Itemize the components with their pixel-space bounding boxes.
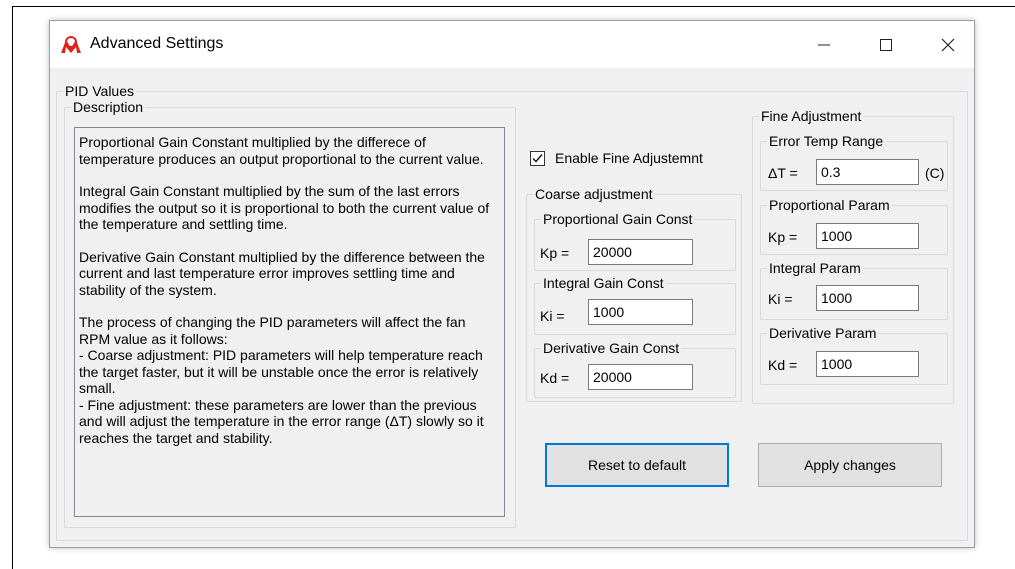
fine-derivative-title: Derivative Param: [767, 325, 879, 341]
close-icon: [941, 38, 955, 52]
description-group-title: Description: [71, 99, 146, 115]
apply-changes-button[interactable]: Apply changes: [758, 443, 942, 487]
fine-kp-input[interactable]: 1000: [816, 223, 919, 249]
fine-kd-input[interactable]: 1000: [816, 351, 919, 377]
coarse-kd-label: Kd =: [540, 370, 570, 386]
minimize-icon: [818, 44, 830, 46]
coarse-adjustment-group-title: Coarse adjustment: [533, 186, 655, 202]
coarse-ki-label: Ki =: [540, 308, 565, 324]
window-title: Advanced Settings: [90, 35, 224, 52]
maximize-icon: [880, 39, 892, 51]
delta-t-input[interactable]: 0.3: [816, 159, 919, 185]
enable-fine-adjustment-label[interactable]: Enable Fine Adjustemnt: [555, 150, 703, 166]
canvas-border-left: [12, 6, 13, 569]
description-textbox[interactable]: Proportional Gain Constant multiplied by…: [74, 127, 505, 517]
description-paragraph-derivative: Derivative Gain Constant multiplied by t…: [79, 248, 485, 298]
checkmark-icon: [532, 154, 543, 163]
delta-t-unit-label: (C): [925, 165, 945, 181]
coarse-proportional-title: Proportional Gain Const: [541, 211, 695, 227]
fine-kp-label: Kp =: [768, 229, 798, 245]
minimize-button[interactable]: [801, 29, 847, 61]
reset-to-default-button[interactable]: Reset to default: [545, 443, 729, 487]
dialog-client-area: PID Values Description Proportional Gain…: [50, 68, 974, 547]
coarse-integral-title: Integral Gain Const: [541, 275, 666, 291]
coarse-kp-label: Kp =: [540, 245, 570, 261]
fine-ki-input[interactable]: 1000: [816, 285, 919, 311]
description-paragraph-process: The process of changing the PID paramete…: [79, 314, 484, 446]
description-paragraph-proportional: Proportional Gain Constant multiplied by…: [79, 134, 484, 167]
fine-proportional-title: Proportional Param: [767, 197, 892, 213]
canvas-border-top: [12, 6, 1015, 7]
title-bar[interactable]: Advanced Settings: [50, 21, 974, 68]
coarse-kp-input[interactable]: 20000: [588, 239, 693, 265]
fine-integral-title: Integral Param: [767, 260, 863, 276]
pid-values-group-title: PID Values: [63, 83, 136, 99]
close-button[interactable]: [925, 29, 971, 61]
description-paragraph-integral: Integral Gain Constant multiplied by the…: [79, 183, 490, 232]
fine-ki-label: Ki =: [768, 291, 793, 307]
maximize-button[interactable]: [863, 29, 909, 61]
coarse-derivative-title: Derivative Gain Const: [541, 340, 682, 356]
fine-adjustment-group-title: Fine Adjustment: [759, 108, 864, 124]
advanced-settings-window: Advanced Settings PID Values Description…: [49, 20, 975, 548]
error-temp-range-title: Error Temp Range: [767, 133, 886, 149]
enable-fine-adjustment-checkbox[interactable]: [530, 151, 545, 166]
coarse-kd-input[interactable]: 20000: [588, 364, 693, 390]
fine-kd-label: Kd =: [768, 357, 798, 373]
microchip-logo-icon: [60, 36, 82, 54]
coarse-ki-input[interactable]: 1000: [588, 299, 693, 325]
delta-t-label: ΔT =: [768, 165, 798, 181]
